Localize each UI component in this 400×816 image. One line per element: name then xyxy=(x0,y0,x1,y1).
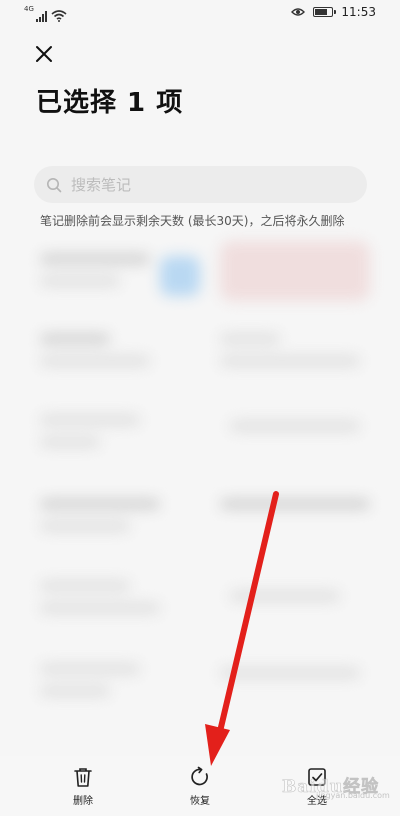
list-item[interactable] xyxy=(30,236,375,312)
eye-icon xyxy=(291,8,306,16)
battery-level xyxy=(315,9,328,15)
retention-hint: 笔记删除前会显示剩余天数 (最长30天)，之后将永久删除 xyxy=(40,214,345,228)
status-right: 11:53 xyxy=(291,5,376,19)
watermark-sub: jingyan.baidu.com xyxy=(316,791,390,800)
network-type: 4G xyxy=(24,5,34,13)
clock: 11:53 xyxy=(341,5,376,19)
list-item[interactable] xyxy=(30,561,375,637)
baidu-watermark-logo: Baidu经验 jingyan.baidu.com xyxy=(282,772,394,802)
delete-button[interactable]: 删除 xyxy=(53,766,113,812)
restore-label: 恢复 xyxy=(190,796,210,807)
search-input[interactable] xyxy=(71,175,341,194)
close-icon xyxy=(36,46,52,62)
wifi-icon xyxy=(51,10,67,22)
recently-deleted-notes-screen: 4G 11:53 已选择 1 项 搜索笔记 笔记删除前会显示剩余天数 (最长30… xyxy=(0,0,400,816)
list-item[interactable] xyxy=(30,481,375,557)
notes-list xyxy=(30,236,375,756)
search-icon xyxy=(47,177,62,192)
restore-icon xyxy=(191,766,208,786)
page-title: 已选择 1 项 xyxy=(36,88,184,118)
list-item[interactable] xyxy=(30,646,375,722)
signal-icon xyxy=(35,11,47,22)
battery-icon xyxy=(313,7,337,17)
trash-icon xyxy=(74,768,92,787)
status-left: 4G xyxy=(24,6,67,22)
list-item[interactable] xyxy=(30,316,375,392)
status-bar: 4G 11:53 xyxy=(0,0,400,28)
close-button[interactable] xyxy=(30,40,58,68)
restore-button[interactable]: 恢复 xyxy=(170,766,230,812)
list-item[interactable] xyxy=(30,401,375,477)
delete-label: 删除 xyxy=(73,796,93,807)
search-bar[interactable] xyxy=(34,166,367,203)
